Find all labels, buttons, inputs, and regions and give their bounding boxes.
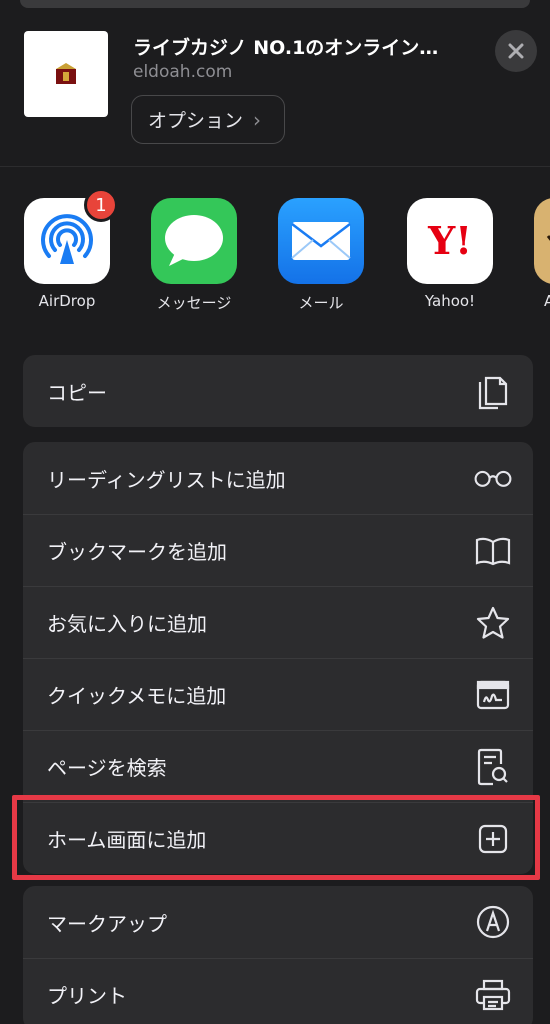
action-add-to-home-screen[interactable]: ホーム画面に追加 [23, 802, 533, 874]
chevron-right-icon: › [253, 107, 262, 132]
action-label: クイックメモに追加 [47, 684, 227, 708]
app-label: A [544, 292, 550, 310]
app-messages[interactable]: メッセージ [139, 198, 249, 313]
action-group-main: リーディングリストに追加 ブックマークを追加 お気に入りに追加 クイックメモに追… [23, 442, 533, 874]
site-title: ライブカジノ NO.1のオンライン… [133, 37, 439, 59]
action-label: コピー [47, 380, 107, 405]
app-yahoo[interactable]: Y! Yahoo! [395, 198, 505, 310]
find-in-page-icon [473, 747, 513, 787]
app-label: メール [298, 294, 344, 312]
site-url: eldoah.com [133, 62, 233, 82]
airdrop-icon: 1 [24, 188, 118, 284]
markup-pen-icon [473, 902, 513, 942]
close-icon [508, 43, 524, 59]
action-add-reading-list[interactable]: リーディングリストに追加 [23, 442, 533, 514]
action-add-favorites[interactable]: お気に入りに追加 [23, 586, 533, 658]
action-markup[interactable]: マークアップ [23, 886, 533, 958]
action-label: ブックマークを追加 [47, 540, 227, 564]
site-logo-icon [56, 63, 76, 84]
glasses-icon [473, 458, 513, 498]
star-icon [473, 603, 513, 643]
app-partial[interactable]: A [524, 198, 550, 310]
action-label: ホーム画面に追加 [47, 828, 207, 852]
quick-note-icon [473, 675, 513, 715]
action-copy[interactable]: コピー [23, 355, 533, 427]
add-square-icon [473, 819, 513, 859]
action-add-quick-note[interactable]: クイックメモに追加 [23, 658, 533, 730]
copy-icon [473, 371, 513, 411]
notification-badge: 1 [84, 188, 118, 222]
app-label: メッセージ [156, 294, 232, 312]
yahoo-icon: Y! [407, 198, 493, 284]
action-group-more: マークアップ プリント [23, 886, 533, 1024]
share-header: ライブカジノ NO.1のオンライン… eldoah.com オプション › [0, 0, 550, 167]
app-label: AirDrop [38, 292, 96, 310]
action-label: ページを検索 [47, 756, 167, 780]
action-label: プリント [47, 984, 127, 1008]
action-label: お気に入りに追加 [47, 612, 207, 636]
action-find-on-page[interactable]: ページを検索 [23, 730, 533, 802]
action-label: リーディングリストに追加 [47, 467, 286, 492]
share-sheet: ライブカジノ NO.1のオンライン… eldoah.com オプション › 1 … [0, 0, 550, 1024]
options-button[interactable]: オプション › [131, 95, 285, 144]
app-airdrop[interactable]: 1 AirDrop [12, 188, 122, 310]
mail-icon [278, 198, 364, 284]
messages-icon [151, 198, 237, 284]
action-print[interactable]: プリント [23, 958, 533, 1024]
share-apps-row: 1 AirDrop メッセージ メール Y! Yahoo! A [0, 168, 550, 318]
app-label: Yahoo! [424, 292, 476, 310]
partial-app-icon [534, 198, 550, 284]
options-label: オプション [148, 110, 244, 132]
action-group-copy: コピー [23, 355, 533, 427]
app-mail[interactable]: メール [266, 198, 376, 313]
svg-text:Y!: Y! [427, 218, 472, 263]
book-icon [473, 531, 513, 571]
action-label: マークアップ [47, 911, 167, 936]
close-button[interactable] [495, 30, 537, 72]
printer-icon [473, 975, 513, 1015]
site-thumbnail [24, 31, 108, 117]
action-add-bookmark[interactable]: ブックマークを追加 [23, 514, 533, 586]
